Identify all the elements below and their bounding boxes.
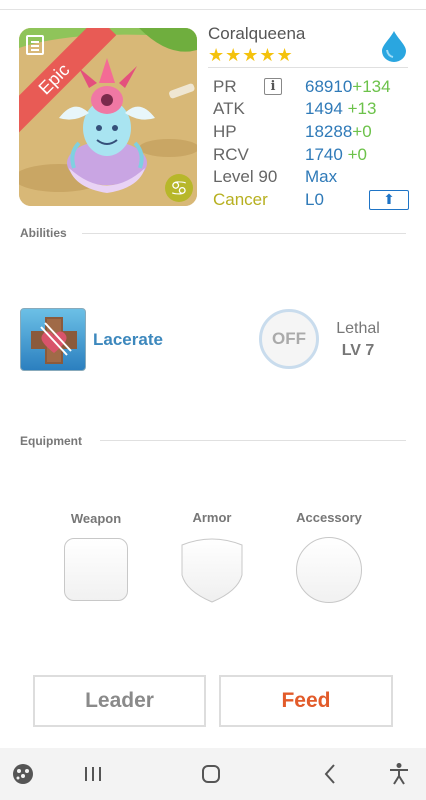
armor-slot[interactable] bbox=[180, 537, 244, 603]
star-rating: ★★★★★ bbox=[208, 45, 294, 66]
rcv-bonus: +0 bbox=[347, 145, 367, 164]
stat-label-hp: HP bbox=[213, 122, 237, 141]
lacerate-artwork bbox=[31, 317, 77, 364]
passive-ability-name: Lethal bbox=[336, 320, 380, 337]
feed-button[interactable]: Feed bbox=[219, 675, 393, 727]
accessory-slot-label: Accessory bbox=[296, 510, 362, 525]
stat-label-pr: PR bbox=[213, 77, 237, 96]
game-tools-icon[interactable] bbox=[10, 762, 36, 786]
upgrade-button[interactable]: ⬆ bbox=[369, 190, 409, 210]
hp-value: 18288 bbox=[305, 122, 353, 141]
stat-label-rcv: RCV bbox=[213, 145, 249, 164]
back-icon[interactable] bbox=[318, 762, 344, 786]
zodiac-sign-label: Cancer bbox=[213, 190, 268, 209]
stat-value-rcv: 1740 +0 bbox=[305, 144, 367, 166]
zodiac-sign-level: L0 bbox=[305, 190, 324, 209]
passive-toggle-button[interactable]: OFF bbox=[259, 309, 319, 369]
pr-bonus: +134 bbox=[352, 77, 391, 96]
armor-slot-label: Armor bbox=[192, 510, 232, 525]
lacerate-icon[interactable] bbox=[20, 308, 86, 371]
rcv-value: 1740 bbox=[305, 145, 343, 164]
atk-bonus: +13 bbox=[347, 99, 377, 118]
top-divider bbox=[0, 9, 426, 10]
weapon-slot-label: Weapon bbox=[70, 511, 122, 526]
abilities-divider bbox=[82, 233, 406, 234]
accessory-slot[interactable] bbox=[296, 537, 362, 603]
water-drop-icon bbox=[382, 31, 406, 62]
name-divider bbox=[208, 67, 408, 68]
weapon-slot[interactable] bbox=[64, 538, 128, 601]
system-navigation-bar bbox=[0, 748, 426, 800]
equipment-heading: Equipment bbox=[20, 434, 82, 448]
stat-value-hp: 18288+0 bbox=[305, 121, 372, 143]
monster-name: Coralqueena bbox=[208, 24, 306, 43]
accessibility-icon[interactable] bbox=[386, 762, 412, 786]
info-button[interactable]: i bbox=[264, 78, 282, 95]
atk-value: 1494 bbox=[305, 99, 343, 118]
recent-apps-icon[interactable] bbox=[80, 762, 106, 786]
abilities-heading: Abilities bbox=[20, 226, 67, 240]
document-icon[interactable] bbox=[26, 35, 44, 55]
pr-value: 68910 bbox=[305, 77, 353, 96]
stat-value-pr: 68910+134 bbox=[305, 76, 391, 98]
home-icon[interactable] bbox=[198, 762, 224, 786]
stat-value-atk: 1494 +13 bbox=[305, 98, 376, 120]
active-ability-name[interactable]: Lacerate bbox=[93, 330, 163, 350]
hp-bonus: +0 bbox=[352, 122, 372, 141]
leader-button[interactable]: Leader bbox=[33, 675, 206, 727]
level-label: Level 90 bbox=[213, 167, 278, 186]
cancer-sign-icon: ♋ bbox=[165, 174, 193, 202]
equipment-divider bbox=[100, 440, 406, 441]
upgrade-arrow-icon: ⬆ bbox=[383, 192, 395, 208]
stat-label-atk: ATK bbox=[213, 99, 245, 118]
level-value: Max bbox=[305, 167, 338, 186]
passive-ability-level: LV 7 bbox=[341, 342, 375, 359]
monster-portrait[interactable]: Epic ♋ bbox=[19, 28, 197, 206]
